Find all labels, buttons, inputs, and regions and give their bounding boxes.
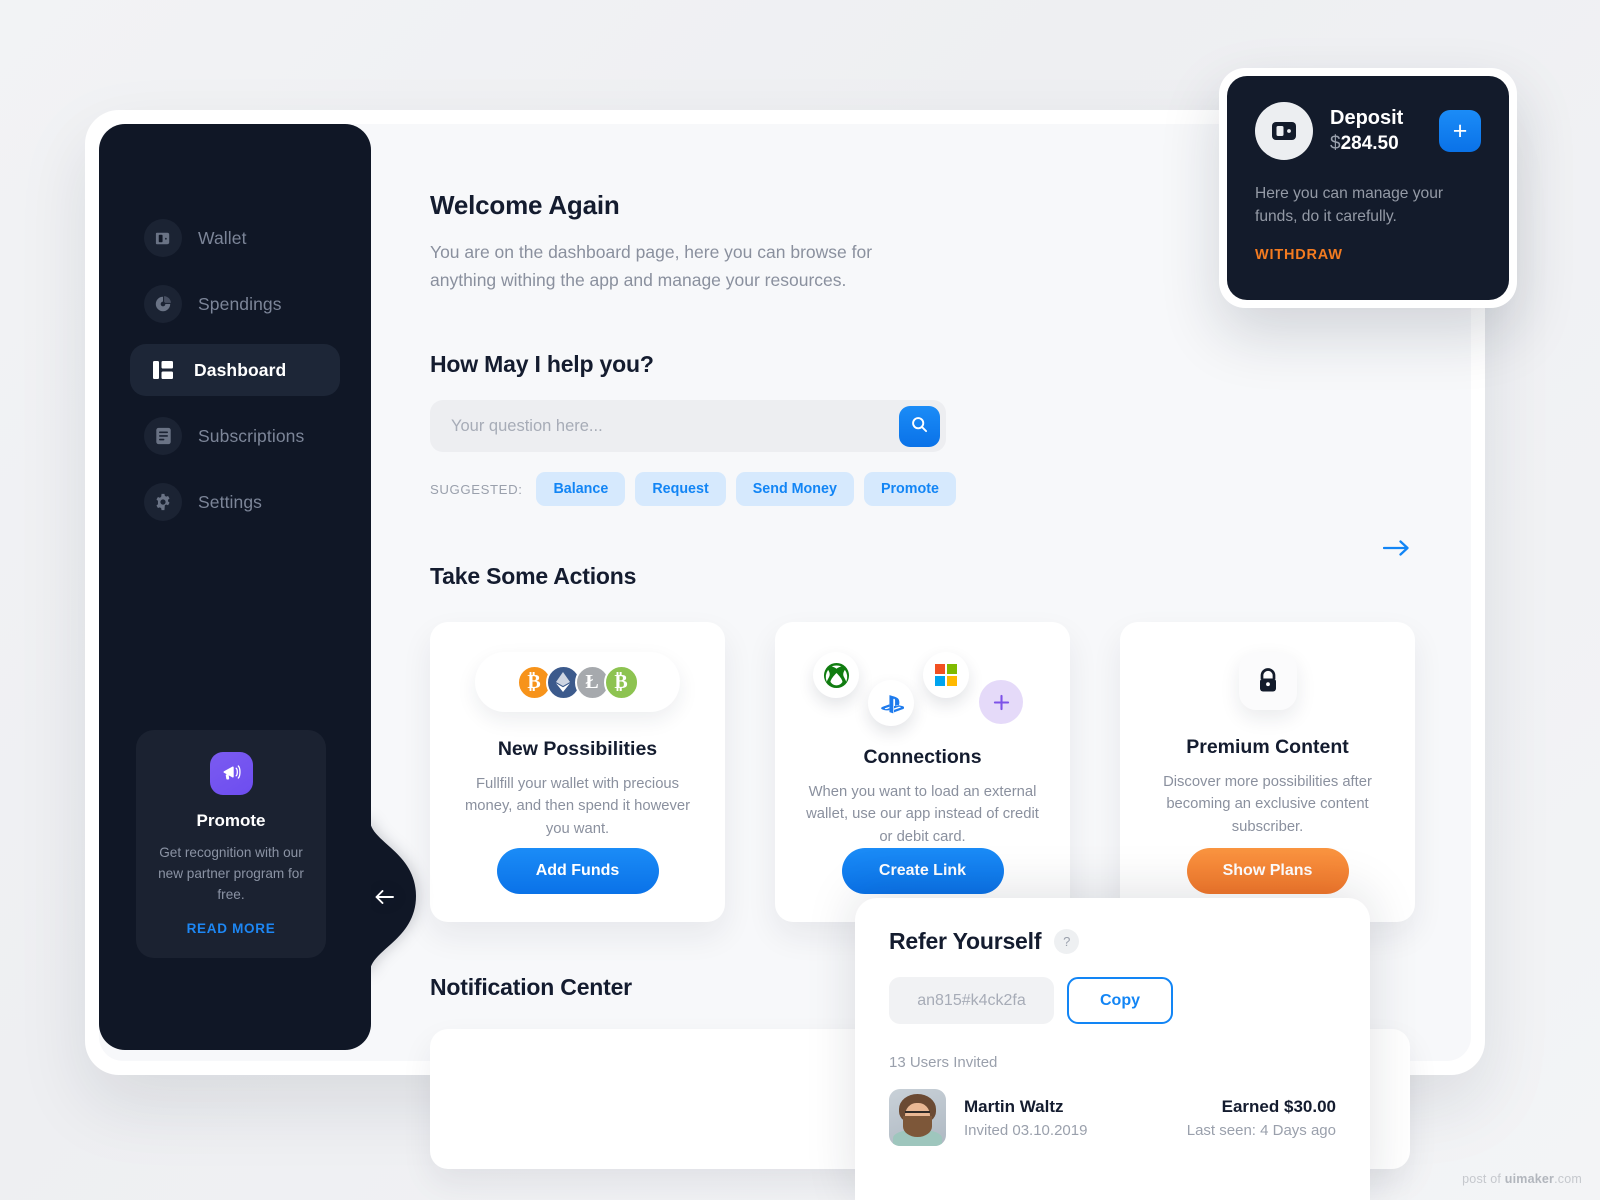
gear-icon	[144, 483, 182, 521]
sidebar-item-label: Subscriptions	[198, 425, 305, 446]
playstation-icon	[868, 680, 914, 726]
sidebar-item-settings[interactable]: Settings	[130, 476, 340, 528]
lock-icon	[1238, 652, 1297, 710]
deposit-title: Deposit	[1330, 107, 1404, 129]
deposit-amount: $284.50	[1330, 133, 1403, 155]
card-text: Discover more possibilities after becomi…	[1163, 774, 1372, 835]
suggested-chip-promote[interactable]: Promote	[863, 472, 956, 506]
bitcoin-cash-icon: ₿	[603, 664, 639, 700]
watermark: post of uimaker.com	[1462, 1172, 1582, 1186]
search-button[interactable]	[899, 405, 940, 447]
card-title: Connections	[863, 746, 982, 768]
deposit-card: Deposit $284.50 + Here you can manage yo…	[1219, 68, 1517, 308]
action-cards: ₿ Ł ₿ New Possibilities Fullfill your wa…	[430, 622, 1430, 923]
add-deposit-button[interactable]: +	[1439, 110, 1481, 152]
show-plans-button[interactable]: Show Plans	[1186, 848, 1349, 895]
sidebar: Wallet Spendings Dashboard Subscriptions	[99, 124, 371, 1050]
refer-title: Refer Yourself	[889, 928, 1042, 954]
arrow-left-icon[interactable]	[372, 884, 398, 910]
dashboard-icon	[148, 351, 178, 389]
sidebar-item-spendings[interactable]: Spendings	[130, 278, 340, 330]
copy-button[interactable]: Copy	[1067, 977, 1173, 1024]
action-card-premium-content: Premium Content Discover more possibilit…	[1120, 622, 1415, 923]
connection-icons-group	[799, 652, 1046, 738]
wallet-icon	[144, 219, 182, 257]
sidebar-nav: Wallet Spendings Dashboard Subscriptions	[99, 212, 371, 542]
help-heading: How May I help you?	[430, 351, 654, 377]
sidebar-item-wallet[interactable]: Wallet	[130, 212, 340, 264]
megaphone-icon	[209, 751, 253, 795]
sidebar-item-label: Wallet	[198, 227, 247, 248]
referral-code-input[interactable]	[889, 977, 1054, 1024]
crypto-icons-group: ₿ Ł ₿	[475, 652, 680, 712]
user-name: Martin Waltz	[964, 1096, 1064, 1116]
add-funds-button[interactable]: Add Funds	[496, 848, 659, 895]
promote-card: Promote Get recognition with our new par…	[136, 729, 326, 958]
microsoft-icon	[923, 652, 969, 698]
invited-count: 13 Users Invited	[889, 1054, 998, 1071]
currency-symbol: $	[1330, 133, 1341, 154]
pie-chart-icon	[144, 285, 182, 323]
suggested-row: SUGGESTED: Balance Request Send Money Pr…	[430, 472, 1430, 506]
deposit-description: Here you can manage your funds, do it ca…	[1255, 185, 1444, 226]
question-icon[interactable]: ?	[1054, 929, 1080, 954]
card-title: New Possibilities	[497, 738, 658, 760]
user-last-seen: Last seen: 4 Days ago	[1186, 1121, 1336, 1139]
promote-text: Get recognition with our new partner pro…	[158, 844, 304, 902]
suggested-chip-request[interactable]: Request	[635, 472, 726, 506]
user-invited-date: Invited 03.10.2019	[964, 1121, 1088, 1139]
refer-panel: Refer Yourself ? Copy 13 Users Invited M…	[855, 898, 1370, 1200]
card-title: Premium Content	[1186, 736, 1349, 758]
sidebar-item-label: Dashboard	[194, 359, 287, 380]
card-text: Fullfill your wallet with precious money…	[464, 776, 691, 837]
search-input[interactable]	[451, 416, 899, 436]
actions-heading: Take Some Actions	[430, 563, 637, 589]
xbox-icon	[813, 652, 859, 698]
action-card-new-possibilities: ₿ Ł ₿ New Possibilities Fullfill your wa…	[430, 622, 725, 923]
promote-title: Promote	[196, 810, 266, 830]
amount-value: 284.50	[1340, 133, 1399, 154]
promote-read-more-link[interactable]: READ MORE	[187, 921, 276, 936]
create-link-button[interactable]: Create Link	[841, 848, 1004, 895]
suggested-label: SUGGESTED:	[430, 481, 523, 497]
list-icon	[144, 417, 182, 455]
arrow-right-icon[interactable]	[1383, 539, 1410, 557]
search-bar[interactable]	[430, 400, 946, 452]
sidebar-item-dashboard[interactable]: Dashboard	[130, 344, 340, 396]
withdraw-link[interactable]: WITHDRAW	[1255, 247, 1343, 263]
suggested-chip-send-money[interactable]: Send Money	[735, 472, 854, 506]
add-connection-icon[interactable]	[979, 680, 1023, 724]
sidebar-item-subscriptions[interactable]: Subscriptions	[130, 410, 340, 462]
referred-user-row[interactable]: Martin Waltz Invited 03.10.2019 Earned $…	[889, 1089, 1336, 1146]
sidebar-item-label: Settings	[198, 491, 263, 512]
page-subtitle: You are on the dashboard page, here you …	[430, 242, 873, 290]
sidebar-item-label: Spendings	[198, 293, 282, 314]
user-earned: Earned $30.00	[1221, 1096, 1336, 1116]
suggested-chip-balance[interactable]: Balance	[536, 472, 626, 506]
wallet-icon	[1255, 102, 1313, 160]
search-icon	[911, 416, 928, 436]
avatar	[889, 1089, 946, 1146]
action-card-connections: Connections When you want to load an ext…	[775, 622, 1070, 923]
card-text: When you want to load an external wallet…	[806, 784, 1039, 845]
